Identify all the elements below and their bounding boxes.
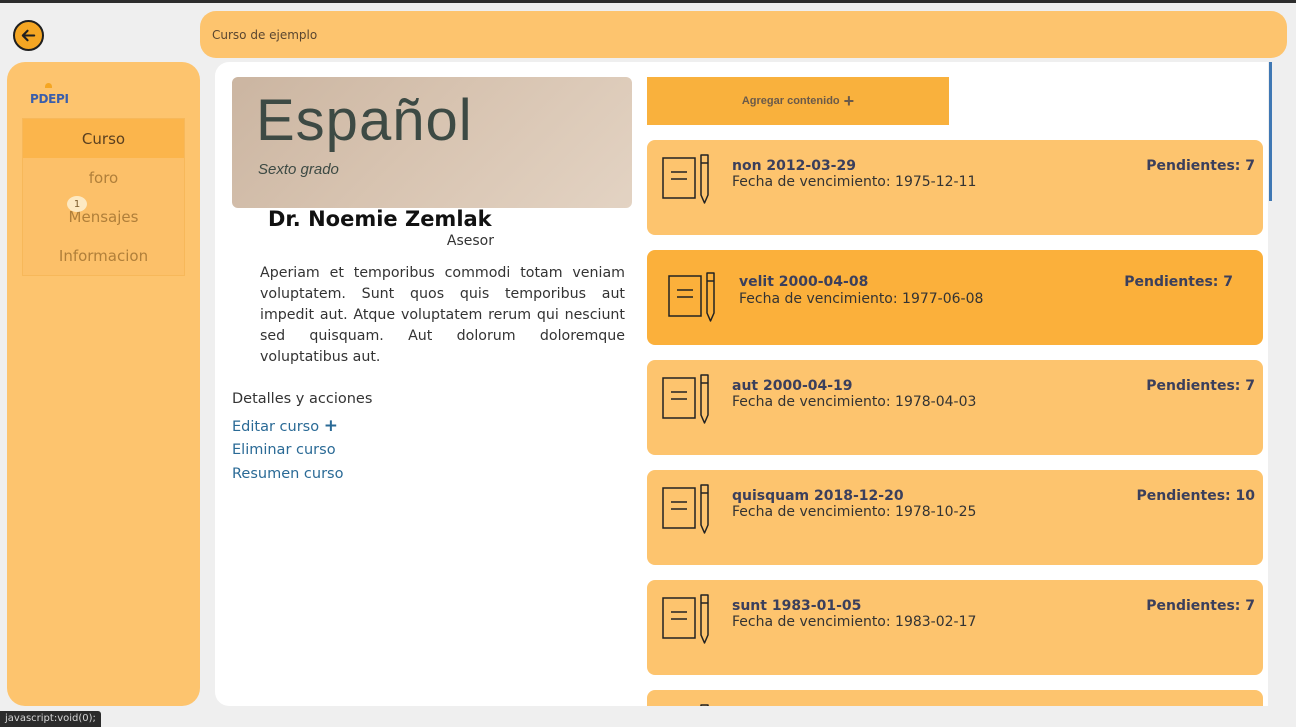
cover-subtitle: Sexto grado [258,161,339,178]
course-name: Curso de ejemplo [212,27,318,42]
delete-course-link[interactable]: Eliminar curso [232,442,336,458]
edit-course-label: Editar curso [232,419,320,435]
status-bar-url: javascript:void(0); [0,711,101,727]
content-due-date: Fecha de vencimiento: 1978-10-25 [732,504,977,520]
content-card[interactable]: velit 2000-04-08 Fecha de vencimiento: 1… [647,250,1263,345]
add-content-button[interactable]: Agregar contenido + [647,77,949,125]
content-name: sunt 1983-01-05 [732,598,862,614]
document-pencil-icon [662,594,709,644]
content-name: non 2012-03-29 [732,158,856,174]
document-pencil-icon [700,704,709,706]
content-pending-count: Pendientes: 7 [1146,158,1255,174]
summary-course-link[interactable]: Resumen curso [232,466,343,482]
teacher-name: Dr. Noemie Zemlak [268,207,492,231]
back-button[interactable] [13,20,44,51]
content-due-date: Fecha de vencimiento: 1983-02-17 [732,614,977,630]
details-title: Detalles y acciones [232,391,373,407]
content-card[interactable]: quisquam 2018-12-20 Fecha de vencimiento… [647,470,1263,565]
content-due-date: Fecha de vencimiento: 1978-04-03 [732,394,977,410]
content-pending-count: Pendientes: 7 [1146,378,1255,394]
teacher-role: Asesor [446,233,494,249]
document-pencil-icon [662,484,709,534]
sidebar-item-label: foro [88,168,119,187]
content-card[interactable]: non 2012-03-29 Fecha de vencimiento: 197… [647,140,1263,235]
plus-icon: + [323,416,338,436]
content-card[interactable]: sunt 1983-01-05 Fecha de vencimiento: 19… [647,580,1263,675]
content-name: quisquam 2018-12-20 [732,488,904,504]
logo-mark [45,83,52,88]
sidebar-item-label: Curso [81,129,126,148]
main-panel: Español Sexto grado Dr. Noemie Zemlak As… [215,62,1268,706]
sidebar-item-informacion[interactable]: Informacion [23,236,184,275]
window-top-border [0,0,1296,3]
content-due-date: Fecha de vencimiento: 1977-06-08 [739,291,984,307]
content-due-date: Fecha de vencimiento: 1975-12-11 [732,174,977,190]
sidebar-item-foro[interactable]: foro [23,158,184,197]
plus-icon: + [843,90,855,111]
arrow-left-icon [21,29,36,42]
content-card-partial[interactable] [647,690,1263,706]
content-pending-count: Pendientes: 7 [1146,598,1255,614]
cover-title: Español [256,88,473,153]
sidebar-item-curso[interactable]: Curso [23,119,184,158]
course-cover-image: Español Sexto grado [232,77,632,208]
sidebar: PDEPI Curso foro 1 Mensajes Informacion [7,62,200,706]
document-pencil-icon [662,374,709,424]
content-name: velit 2000-04-08 [739,274,869,290]
sidebar-item-label: Informacion [58,246,149,265]
unread-badge: 1 [67,196,87,212]
sidebar-menu: Curso foro 1 Mensajes Informacion [22,118,185,276]
document-pencil-icon [662,154,709,204]
course-title-bar: Curso de ejemplo [200,11,1287,58]
sidebar-item-mensajes[interactable]: 1 Mensajes [23,196,184,236]
content-pending-count: Pendientes: 10 [1136,488,1255,504]
course-description: Aperiam et temporibus commodi totam veni… [260,265,625,365]
content-pending-count: Pendientes: 7 [1124,274,1233,290]
document-pencil-icon [668,272,715,322]
scrollbar-thumb[interactable] [1269,62,1272,201]
add-content-label: Agregar contenido [741,95,840,107]
content-card[interactable]: aut 2000-04-19 Fecha de vencimiento: 197… [647,360,1263,455]
edit-course-link[interactable]: Editar curso + [232,416,338,436]
logo: PDEPI [30,92,69,106]
content-name: aut 2000-04-19 [732,378,853,394]
